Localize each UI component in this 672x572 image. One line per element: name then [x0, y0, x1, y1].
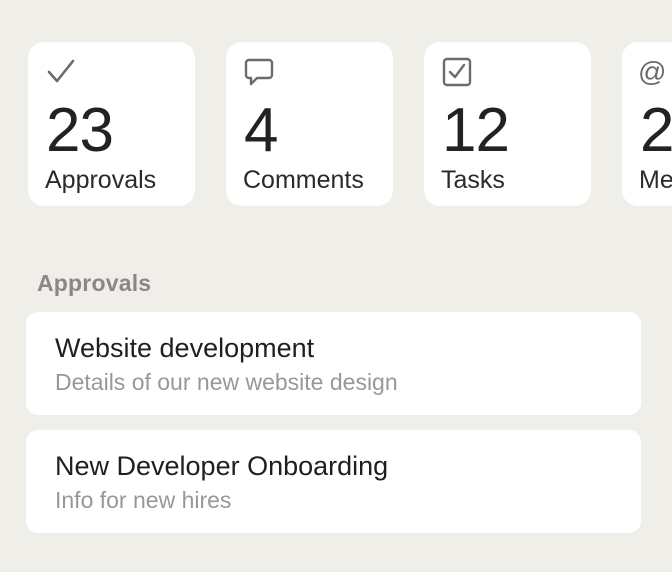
- approval-item-subtitle: Info for new hires: [55, 487, 232, 513]
- approval-item-title: New Developer Onboarding: [55, 451, 389, 481]
- tasks-label: Tasks: [441, 166, 505, 194]
- approval-item[interactable]: New Developer Onboarding Info for new hi…: [26, 430, 641, 533]
- approvals-count: 23: [46, 96, 114, 165]
- tasks-card[interactable]: 12 Tasks: [424, 42, 591, 206]
- comments-count: 4: [244, 96, 278, 165]
- approval-item-subtitle: Details of our new website design: [55, 369, 398, 395]
- comment-bubble-icon: [243, 56, 275, 88]
- approval-item[interactable]: Website development Details of our new w…: [26, 312, 641, 415]
- approvals-section-title: Approvals: [37, 270, 152, 296]
- mentions-card[interactable]: @ 2 Me: [622, 42, 672, 206]
- approval-item-title: Website development: [55, 333, 315, 363]
- checkmark-icon: [45, 56, 77, 88]
- approvals-label: Approvals: [45, 166, 157, 194]
- tasks-count: 12: [442, 96, 510, 165]
- mentions-count: 2: [640, 96, 672, 165]
- comments-label: Comments: [243, 166, 364, 194]
- checkbox-icon: [441, 56, 473, 88]
- approvals-card[interactable]: 23 Approvals: [28, 42, 195, 206]
- mentions-label: Me: [639, 166, 672, 194]
- at-sign-icon: @: [638, 56, 667, 87]
- summary-cards: 23 Approvals 4 Comments 12 Tasks @ 2 Me: [0, 42, 672, 206]
- comments-card[interactable]: 4 Comments: [226, 42, 393, 206]
